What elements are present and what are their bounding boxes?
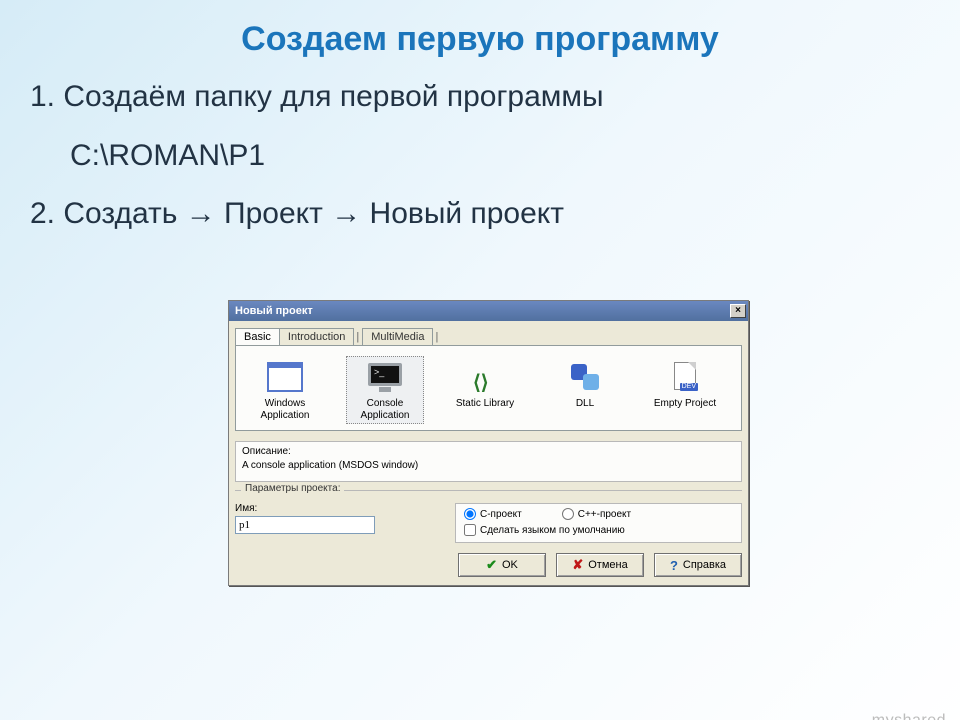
cancel-label: Отмена xyxy=(588,559,627,571)
ok-label: OK xyxy=(502,559,518,571)
watermark: myshared xyxy=(872,712,946,720)
checkbox-default-label: Сделать языком по умолчанию xyxy=(480,525,625,536)
new-project-dialog: Новый проект × Basic Introduction | Mult… xyxy=(228,300,749,586)
name-label: Имя: xyxy=(235,503,435,514)
description-label: Описание: xyxy=(242,446,735,457)
radio-c-label: C-проект xyxy=(480,509,522,520)
puzzle-icon xyxy=(565,360,605,394)
template-label: DLL xyxy=(549,398,621,410)
radio-cpp-label: C++-проект xyxy=(578,509,631,520)
arrow-icon: → xyxy=(186,197,216,230)
window-icon xyxy=(265,360,305,394)
project-params: Параметры проекта: Имя: C-проект xyxy=(235,490,742,577)
language-options: C-проект C++-проект Сделать языком по ум… xyxy=(455,503,742,543)
close-button[interactable]: × xyxy=(730,304,746,318)
help-label: Справка xyxy=(683,559,726,571)
template-windows-app[interactable]: Windows Application xyxy=(246,356,324,424)
check-icon: ✔ xyxy=(486,557,497,573)
template-label: Empty Project xyxy=(649,398,721,410)
params-legend: Параметры проекта: xyxy=(241,483,344,494)
dialog-title: Новый проект xyxy=(235,305,313,317)
step-2-suffix: Новый проект xyxy=(361,197,564,230)
template-label: Static Library xyxy=(449,398,521,410)
template-label: Console Application xyxy=(349,398,421,421)
console-icon xyxy=(365,360,405,394)
tab-strip: Basic Introduction | MultiMedia | xyxy=(235,325,742,345)
checkbox-default-input[interactable] xyxy=(464,524,476,536)
template-dll[interactable]: DLL xyxy=(546,356,624,424)
tab-introduction[interactable]: Introduction xyxy=(279,328,354,345)
description-box: Описание: A console application (MSDOS w… xyxy=(235,441,742,482)
tab-basic[interactable]: Basic xyxy=(235,328,280,345)
template-label: Windows Application xyxy=(249,398,321,421)
radio-cpp-project[interactable]: C++-проект xyxy=(562,508,631,520)
radio-cpp-input[interactable] xyxy=(562,508,574,520)
checkbox-default-language[interactable]: Сделать языком по умолчанию xyxy=(464,524,733,536)
dialog-titlebar[interactable]: Новый проект × xyxy=(229,301,748,321)
step-2-text: 2. Создать → Проект → Новый проект xyxy=(30,194,940,235)
x-icon: ✘ xyxy=(572,557,583,573)
radio-c-input[interactable] xyxy=(464,508,476,520)
slide-title: Создаем первую программу xyxy=(0,20,960,59)
template-console-app[interactable]: Console Application xyxy=(346,356,424,424)
description-text: A console application (MSDOS window) xyxy=(242,460,735,471)
step-2-prefix: 2. Создать xyxy=(30,197,186,230)
template-empty-project[interactable]: DEV Empty Project xyxy=(646,356,724,424)
question-icon: ? xyxy=(670,558,678,573)
radio-c-project[interactable]: C-проект xyxy=(464,508,522,520)
chain-icon: ⟨⟩ xyxy=(465,360,505,394)
project-name-input[interactable] xyxy=(235,516,375,534)
cancel-button[interactable]: ✘ Отмена xyxy=(556,553,644,577)
template-static-library[interactable]: ⟨⟩ Static Library xyxy=(446,356,524,424)
folder-path: C:\ROMAN\P1 xyxy=(70,136,940,177)
arrow-icon: → xyxy=(331,197,361,230)
tab-multimedia[interactable]: MultiMedia xyxy=(362,328,433,345)
ok-button[interactable]: ✔ OK xyxy=(458,553,546,577)
step-2-mid: Проект xyxy=(216,197,332,230)
tab-separator: | xyxy=(353,331,362,345)
step-1-text: 1. Создаём папку для первой программы xyxy=(30,77,940,118)
templates-pane: Windows Application Console Application … xyxy=(235,345,742,431)
tab-separator: | xyxy=(432,331,441,345)
page-icon: DEV xyxy=(665,360,705,394)
help-button[interactable]: ? Справка xyxy=(654,553,742,577)
